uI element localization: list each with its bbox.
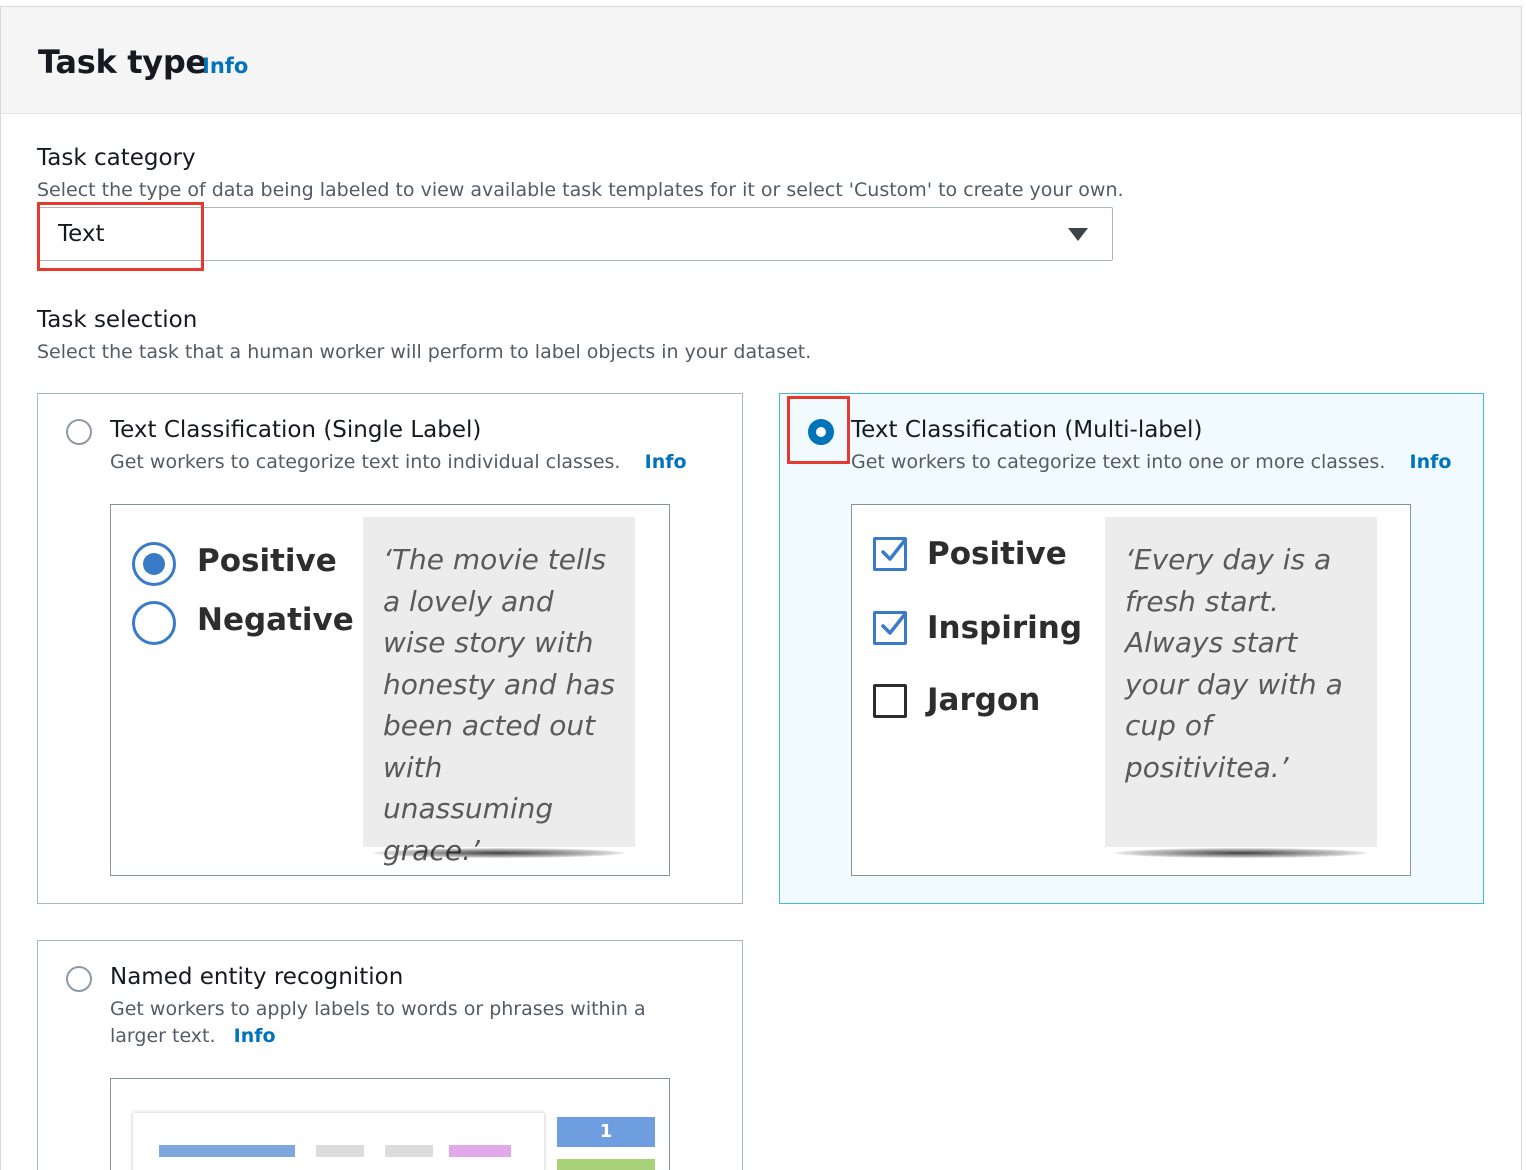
preview-option-positive: Positive xyxy=(197,543,337,579)
card-description-single: Get workers to categorize text into indi… xyxy=(110,449,687,476)
preview-option-inspiring: Inspiring xyxy=(927,610,1083,646)
entity-bar xyxy=(159,1145,295,1157)
checkbox-checked-icon xyxy=(873,537,907,571)
quote-shadow xyxy=(1115,848,1367,858)
ner-document xyxy=(133,1113,544,1170)
task-category-label: Task category xyxy=(37,145,196,171)
card-description-ner: Get workers to apply labels to words or … xyxy=(110,996,680,1050)
checkbox-unchecked-icon xyxy=(873,684,907,718)
panel-header: Task type Info xyxy=(1,7,1521,114)
card-description-multi-text: Get workers to categorize text into one … xyxy=(851,451,1386,473)
quote-shadow xyxy=(373,848,625,858)
preview-option-positive-multi: Positive xyxy=(927,536,1067,572)
card-title-ner: Named entity recognition xyxy=(110,964,404,990)
radio-single-label[interactable] xyxy=(66,419,92,445)
radio-selected-icon xyxy=(132,542,176,586)
preview-quote-multi: ‘Every day is a fresh start. Always star… xyxy=(1105,517,1377,847)
card-text-classification-multi[interactable]: Text Classification (Multi-label) Get wo… xyxy=(779,393,1484,904)
preview-option-jargon: Jargon xyxy=(927,682,1041,718)
task-selection-label: Task selection xyxy=(37,307,198,333)
preview-multi-label: Positive Inspiring Jargon ‘Every day is … xyxy=(851,504,1411,876)
label-badge-1: 1 xyxy=(557,1117,655,1147)
text-bar xyxy=(385,1145,433,1157)
card-description-multi: Get workers to categorize text into one … xyxy=(851,449,1451,476)
highlight-box-multi-radio xyxy=(787,396,850,464)
highlight-box-category xyxy=(37,202,204,271)
caret-down-icon xyxy=(1068,228,1088,241)
preview-single-label: Positive Negative ‘The movie tells a lov… xyxy=(110,504,670,876)
preview-quote-single: ‘The movie tells a lovely and wise story… xyxy=(363,517,635,867)
card-title-single: Text Classification (Single Label) xyxy=(110,417,482,443)
page-title: Task type xyxy=(38,43,207,81)
info-link-multi[interactable]: Info xyxy=(1410,451,1452,473)
checkbox-checked-icon xyxy=(873,611,907,645)
card-description-ner-text: Get workers to apply labels to words or … xyxy=(110,998,646,1047)
card-description-single-text: Get workers to categorize text into indi… xyxy=(110,451,621,473)
info-link-ner[interactable]: Info xyxy=(234,1025,276,1047)
card-title-multi: Text Classification (Multi-label) xyxy=(851,417,1203,443)
text-bar xyxy=(316,1145,364,1157)
preview-ner: 1 xyxy=(110,1078,670,1170)
card-text-classification-single[interactable]: Text Classification (Single Label) Get w… xyxy=(37,393,743,904)
card-named-entity-recognition[interactable]: Named entity recognition Get workers to … xyxy=(37,940,743,1170)
task-category-description: Select the type of data being labeled to… xyxy=(37,179,1124,201)
radio-ner[interactable] xyxy=(66,966,92,992)
info-link-single[interactable]: Info xyxy=(645,451,687,473)
header-info-link[interactable]: Info xyxy=(202,54,248,78)
preview-option-negative: Negative xyxy=(197,602,354,638)
radio-empty-icon xyxy=(132,601,176,645)
label-badge-2 xyxy=(557,1159,655,1170)
entity-bar xyxy=(449,1145,511,1157)
task-selection-description: Select the task that a human worker will… xyxy=(37,341,812,363)
